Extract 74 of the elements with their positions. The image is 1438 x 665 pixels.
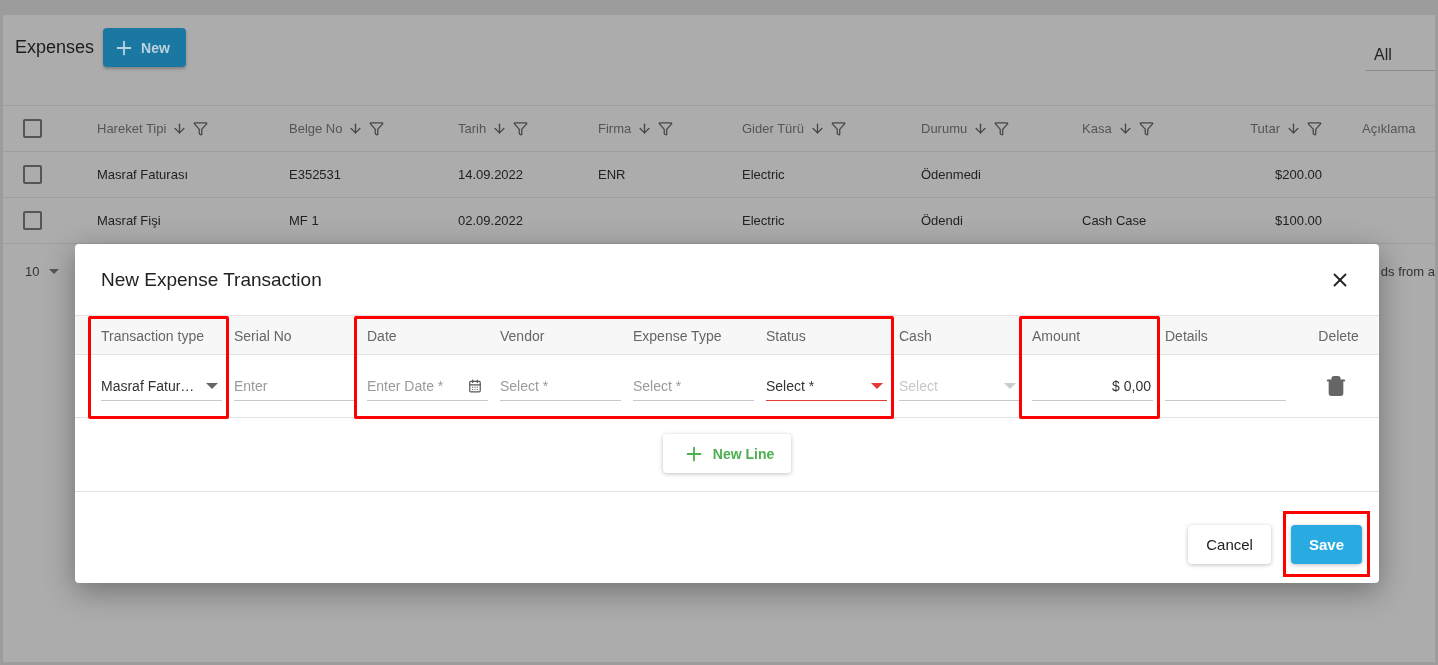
page-size-select[interactable]: 10 (25, 264, 40, 279)
calendar-icon[interactable] (468, 378, 482, 393)
table-cell: Ödenmedi (921, 167, 981, 182)
filter-icon[interactable] (658, 121, 674, 136)
column-header[interactable]: Kasa (1082, 121, 1112, 136)
table-cell: Masraf Faturası (97, 167, 189, 182)
filter-icon[interactable] (830, 121, 846, 136)
input-field[interactable]: Enter (234, 371, 355, 401)
sort-icon[interactable] (1117, 121, 1133, 136)
checkbox[interactable] (23, 211, 42, 230)
column-header: Transaction type (100, 327, 205, 344)
column-header: Amount (1031, 327, 1082, 344)
input-field[interactable]: $ 0,00 (1032, 371, 1153, 401)
column-header[interactable]: Açıklama (1362, 121, 1416, 136)
column-header: Expense Type (632, 327, 723, 344)
column-header: Cash (898, 327, 933, 344)
filter-icon[interactable] (994, 121, 1010, 136)
column-header: Status (765, 327, 807, 344)
save-button[interactable]: Save (1290, 524, 1362, 564)
table-cell: Masraf Fişi (97, 213, 161, 228)
checkbox[interactable] (23, 165, 42, 184)
column-header[interactable]: Durumu (921, 121, 968, 136)
column-header: Serial No (233, 327, 293, 344)
column-header[interactable]: Belge No (289, 121, 343, 136)
date-field[interactable]: Enter Date * (367, 371, 488, 401)
filter-icon[interactable] (1138, 121, 1154, 136)
sort-icon[interactable] (348, 121, 364, 136)
filter-select[interactable]: All (1366, 42, 1435, 71)
sort-icon[interactable] (809, 121, 825, 136)
select-field[interactable]: Masraf Fatur… (101, 371, 222, 401)
table-cell: $200.00 (1275, 167, 1322, 182)
table-cell: E352531 (289, 167, 342, 182)
filter-icon[interactable] (513, 121, 529, 136)
table-cell: $100.00 (1275, 213, 1322, 228)
table-cell: Electric (742, 167, 785, 182)
table-cell: Electric (742, 213, 785, 228)
sort-icon[interactable] (1286, 121, 1301, 136)
new-line-button[interactable]: New Line (662, 434, 792, 473)
column-header[interactable]: Tutar (1250, 121, 1280, 136)
table-cell: 14.09.2022 (458, 167, 524, 182)
pagination-summary: ds from a (1380, 264, 1435, 279)
dropdown-arrow-icon (871, 382, 883, 389)
table-cell: Ödendi (921, 213, 963, 228)
page-title: Expenses (15, 37, 95, 58)
trash-icon[interactable] (1324, 375, 1347, 397)
table-cell: ENR (598, 167, 626, 182)
filter-icon[interactable] (1307, 121, 1322, 136)
column-header: Vendor (499, 327, 546, 344)
column-header[interactable]: Tarih (458, 121, 487, 136)
column-header: Date (366, 327, 398, 344)
new-button[interactable]: New (103, 28, 186, 67)
sort-icon[interactable] (637, 121, 653, 136)
dialog-title: New Expense Transaction (101, 268, 322, 291)
column-header[interactable]: Hareket Tipi (97, 121, 167, 136)
column-header[interactable]: Firma (598, 121, 632, 136)
column-header: Details (1164, 327, 1209, 344)
cancel-button[interactable]: Cancel (1188, 524, 1271, 564)
checkbox[interactable] (23, 119, 42, 138)
column-header: Delete (1317, 327, 1360, 344)
select-field[interactable]: Select * (766, 371, 887, 401)
table-cell: MF 1 (289, 213, 319, 228)
table-cell: 02.09.2022 (458, 213, 524, 228)
caret-icon[interactable] (49, 269, 60, 274)
input-field[interactable]: Select * (633, 371, 754, 401)
column-header[interactable]: Gider Türü (742, 121, 804, 136)
sort-icon[interactable] (172, 121, 188, 136)
sort-icon[interactable] (973, 121, 989, 136)
sort-icon[interactable] (492, 121, 508, 136)
dropdown-arrow-icon (206, 382, 218, 389)
table-cell: Cash Case (1082, 213, 1147, 228)
filter-icon[interactable] (193, 121, 209, 136)
input-field[interactable]: Select * (500, 371, 621, 401)
dropdown-arrow-icon (1004, 382, 1016, 389)
filter-icon[interactable] (369, 121, 385, 136)
